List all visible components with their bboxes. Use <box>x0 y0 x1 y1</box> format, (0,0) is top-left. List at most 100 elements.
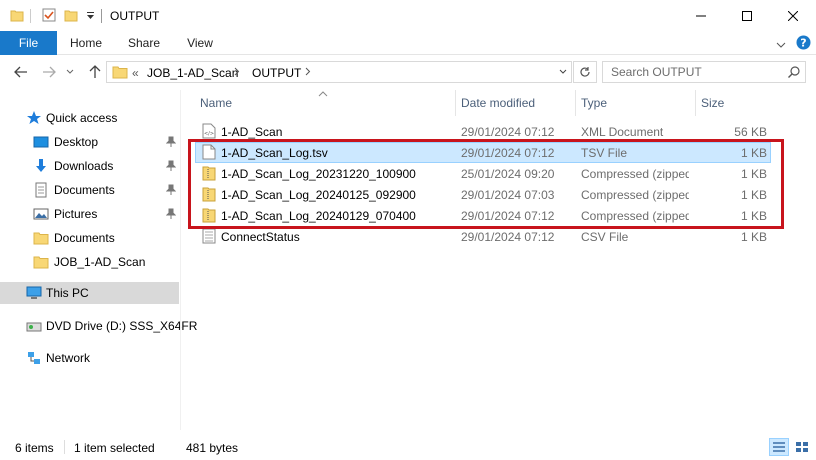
sidebar-item-label: Documents <box>54 231 115 245</box>
star-icon <box>26 110 42 126</box>
file-name: ConnectStatus <box>221 230 300 244</box>
divider <box>180 90 181 430</box>
search-icon[interactable] <box>787 65 801 82</box>
folder-icon <box>33 230 49 246</box>
column-header-type[interactable]: Type <box>581 96 607 110</box>
search-box[interactable]: Search OUTPUT <box>602 61 806 83</box>
sidebar-item-label: Documents <box>54 183 115 197</box>
divider <box>64 440 65 454</box>
sidebar-item-job-folder[interactable]: JOB_1-AD_Scan <box>0 251 179 273</box>
refresh-button[interactable] <box>573 61 597 83</box>
sidebar-item-documents[interactable]: Documents <box>0 179 179 201</box>
xml-file-icon: </> <box>202 123 216 139</box>
sidebar-item-quick-access[interactable]: Quick access <box>0 107 179 129</box>
folder-icon <box>112 65 128 82</box>
sidebar-item-network[interactable]: Network <box>0 347 179 369</box>
maximize-icon <box>742 10 752 21</box>
pin-icon <box>165 136 177 150</box>
column-header-size[interactable]: Size <box>701 96 724 110</box>
details-view-button[interactable] <box>769 438 789 456</box>
svg-text:</>: </> <box>204 131 214 137</box>
expand-ribbon-icon[interactable] <box>776 38 786 52</box>
documents-icon <box>33 182 49 198</box>
back-button[interactable] <box>12 64 30 80</box>
sidebar-item-label: DVD Drive (D:) SSS_X64FR <box>46 319 198 333</box>
customize-toolbar-icon[interactable] <box>86 10 95 24</box>
window-title: OUTPUT <box>110 9 160 23</box>
up-arrow-icon <box>89 65 101 78</box>
tab-file[interactable]: File <box>0 31 57 55</box>
folder-icon <box>33 254 49 270</box>
large-icons-view-button[interactable] <box>792 438 812 456</box>
breadcrumb-separator-icon[interactable] <box>234 65 240 79</box>
folder-icon[interactable] <box>10 8 24 25</box>
pin-icon <box>165 160 177 174</box>
sidebar-item-pictures[interactable]: Pictures <box>0 203 179 225</box>
sidebar-item-documents-folder[interactable]: Documents <box>0 227 179 249</box>
item-count: 6 items <box>15 441 54 455</box>
selection-count: 1 item selected <box>74 441 155 455</box>
desktop-icon <box>33 134 49 150</box>
svg-text:?: ? <box>800 37 806 50</box>
address-bar[interactable]: « JOB_1-AD_Scan OUTPUT <box>106 61 572 83</box>
pictures-icon <box>33 206 49 222</box>
breadcrumb-overflow[interactable]: « <box>132 66 139 80</box>
column-divider[interactable] <box>575 90 576 116</box>
help-icon[interactable]: ? <box>796 35 811 53</box>
file-date: 29/01/2024 07:12 <box>461 125 555 139</box>
back-arrow-icon <box>14 66 27 78</box>
sidebar-item-label: Downloads <box>54 159 114 173</box>
file-size: 1 KB <box>740 230 767 244</box>
selection-size: 481 bytes <box>186 441 239 455</box>
status-bar: 6 items 1 item selected 481 bytes <box>0 436 816 460</box>
maximize-button[interactable] <box>724 0 770 31</box>
column-header-date[interactable]: Date modified <box>461 96 535 110</box>
column-divider[interactable] <box>695 90 696 116</box>
sort-ascending-icon <box>318 86 328 100</box>
sidebar-item-downloads[interactable]: Downloads <box>0 155 179 177</box>
ribbon-tabs: File Home Share View ? <box>0 31 816 55</box>
tab-share[interactable]: Share <box>120 31 168 55</box>
details-view-icon <box>773 442 785 452</box>
address-history-button[interactable] <box>554 61 572 83</box>
pin-icon <box>165 208 177 222</box>
close-icon <box>788 10 798 21</box>
refresh-icon <box>580 67 590 77</box>
forward-button[interactable] <box>40 64 58 80</box>
csv-file-icon <box>202 228 216 244</box>
breadcrumb-item[interactable]: OUTPUT <box>252 66 301 80</box>
breadcrumb-separator-icon[interactable] <box>305 65 311 79</box>
file-size: 56 KB <box>734 125 767 139</box>
sidebar-item-label: Quick access <box>46 111 118 125</box>
network-icon <box>26 350 42 366</box>
file-type: XML Document <box>581 125 664 139</box>
pin-icon <box>165 184 177 198</box>
tab-view[interactable]: View <box>178 31 222 55</box>
minimize-button[interactable] <box>678 0 724 31</box>
breadcrumb-item[interactable]: JOB_1-AD_Scan <box>147 66 238 80</box>
sidebar-item-this-pc[interactable]: This PC <box>0 282 179 304</box>
minimize-icon <box>696 15 706 16</box>
large-icons-view-icon <box>796 442 808 452</box>
sidebar-item-desktop[interactable]: Desktop <box>0 131 179 153</box>
sidebar-item-dvd-drive[interactable]: DVD Drive (D:) SSS_X64FR <box>0 315 197 337</box>
up-button[interactable] <box>86 64 104 80</box>
new-folder-icon[interactable] <box>64 8 78 25</box>
forward-arrow-icon <box>43 66 56 78</box>
column-header-name[interactable]: Name <box>200 96 232 110</box>
close-button[interactable] <box>770 0 816 31</box>
file-row[interactable]: ConnectStatus 29/01/2024 07:12 CSV File … <box>195 226 771 247</box>
tab-home[interactable]: Home <box>63 31 109 55</box>
divider <box>30 9 31 23</box>
download-icon <box>33 158 49 174</box>
search-input[interactable]: Search OUTPUT <box>611 65 702 79</box>
file-date: 29/01/2024 07:12 <box>461 230 555 244</box>
sidebar-item-label: Pictures <box>54 207 98 221</box>
sidebar-item-label: This PC <box>46 286 89 300</box>
column-divider[interactable] <box>455 90 456 116</box>
sidebar-item-label: Network <box>46 351 91 365</box>
recent-locations-button[interactable] <box>64 64 76 80</box>
annotation-highlight-box <box>188 139 784 229</box>
chevron-down-icon <box>559 69 567 74</box>
properties-icon[interactable] <box>42 8 56 25</box>
